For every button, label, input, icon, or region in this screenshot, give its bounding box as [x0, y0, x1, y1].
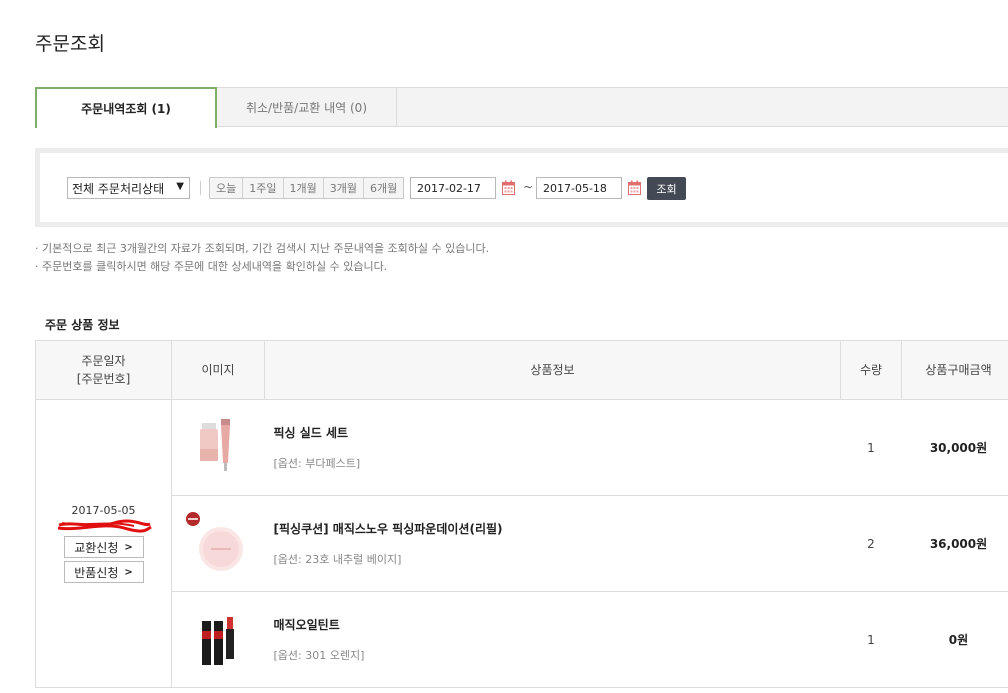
table-row: 2017-05-05 교환신청 > 반품신청 > 픽싱 실드 세트 [옵션: 부…: [35, 399, 1008, 688]
notice-text: · 주문번호를 클릭하시면 해당 주문에 대한 상세내역을 확인하실 수 있습니…: [35, 260, 388, 273]
product-option: [옵션: 23호 내추럴 베이지]: [273, 553, 402, 566]
notice-text: · 기본적으로 최근 3개월간의 자료가 조회되며, 기간 검색시 지난 주문내…: [35, 242, 490, 255]
page-title: 주문조회: [35, 33, 105, 55]
product-image-cell: [171, 591, 265, 688]
order-date-cell: 2017-05-05 교환신청 > 반품신청 >: [35, 399, 172, 688]
dropdown-arrow-icon: ▼: [176, 181, 184, 192]
order-status-select[interactable]: 전체 주문처리상태 ▼: [67, 177, 190, 199]
exchange-request-label: 교환신청: [74, 540, 119, 555]
column-header-label: 주문일자: [81, 354, 126, 368]
column-header-label: [주문번호]: [76, 372, 131, 386]
column-header-price: 상품구매금액: [901, 340, 1008, 400]
product-name-link[interactable]: 픽싱 실드 세트: [274, 424, 840, 441]
table-row: 매직오일틴트 [옵션: 301 오렌지] 1 0원: [36, 591, 1008, 688]
table-row: [픽싱쿠션] 매직스노우 픽싱파운데이션(리필) [옵션: 23호 내추럴 베이…: [36, 495, 1008, 592]
section-title: 주문 상품 정보: [45, 318, 120, 332]
date-range-separator: ~: [523, 180, 534, 194]
product-image[interactable]: [188, 603, 248, 673]
product-option: [옵션: 301 오렌지]: [273, 649, 365, 662]
quantity: 1: [840, 591, 902, 688]
column-header-quantity: 수량: [840, 340, 902, 400]
date-from-field[interactable]: 2017-02-17: [410, 177, 496, 199]
product-name-link[interactable]: [픽싱쿠션] 매직스노우 픽싱파운데이션(리필): [274, 520, 840, 537]
redacted-order-number[interactable]: [54, 519, 154, 533]
period-today-button[interactable]: 오늘: [210, 178, 244, 198]
quantity: 1: [840, 399, 902, 496]
column-header-product-info: 상품정보: [264, 340, 841, 400]
price: 36,000원: [901, 495, 1008, 592]
chevron-right-icon: >: [124, 541, 133, 553]
date-to-field[interactable]: 2017-05-18: [536, 177, 622, 199]
product-image-cell: [171, 495, 265, 592]
search-button[interactable]: 조회: [647, 177, 686, 200]
product-name-link[interactable]: 매직오일틴트: [274, 616, 840, 633]
search-filter-panel: 전체 주문처리상태 ▼ 오늘 1주일 1개월 3개월 6개월 2017-02-1…: [35, 148, 1008, 227]
period-1week-button[interactable]: 1주일: [243, 178, 284, 198]
period-3month-button[interactable]: 3개월: [323, 178, 364, 198]
tab-order-history[interactable]: 주문내역조회 (1): [35, 87, 217, 128]
order-status-select-value: 전체 주문처리상태: [72, 181, 165, 196]
tab-cancel-return-exchange[interactable]: 취소/반품/교환 내역 (0): [217, 87, 397, 127]
order-date: 2017-05-05: [71, 504, 136, 517]
product-info-cell: [픽싱쿠션] 매직스노우 픽싱파운데이션(리필) [옵션: 23호 내추럴 베이…: [264, 495, 841, 592]
exchange-request-button[interactable]: 교환신청 >: [63, 536, 144, 558]
period-6month-button[interactable]: 6개월: [364, 178, 404, 198]
column-header-order-date: 주문일자 [주문번호]: [35, 340, 172, 400]
divider: [200, 181, 201, 195]
calendar-icon[interactable]: [502, 180, 515, 195]
price: 30,000원: [901, 399, 1008, 496]
calendar-icon[interactable]: [628, 180, 641, 195]
period-buttons: 오늘 1주일 1개월 3개월 6개월: [209, 177, 405, 199]
product-info-cell: 픽싱 실드 세트 [옵션: 부다페스트]: [264, 399, 841, 496]
product-info-cell: 매직오일틴트 [옵션: 301 오렌지]: [264, 591, 841, 688]
period-1month-button[interactable]: 1개월: [283, 178, 324, 198]
quantity: 2: [840, 495, 902, 592]
table-header-row: 주문일자 [주문번호] 이미지 상품정보 수량 상품구매금액: [35, 340, 1008, 400]
product-image[interactable]: [183, 507, 253, 577]
return-request-label: 반품신청: [74, 565, 119, 580]
chevron-right-icon: >: [124, 566, 133, 578]
column-header-image: 이미지: [171, 340, 265, 400]
order-tabs: 주문내역조회 (1) 취소/반품/교환 내역 (0): [35, 87, 1008, 128]
return-request-button[interactable]: 반품신청 >: [63, 561, 144, 583]
order-products-table: 주문일자 [주문번호] 이미지 상품정보 수량 상품구매금액 2017-05-0…: [35, 340, 1008, 688]
product-option: [옵션: 부다페스트]: [273, 457, 361, 470]
product-image-cell: [171, 399, 265, 496]
price: 0원: [901, 591, 1008, 688]
product-image[interactable]: [188, 411, 248, 481]
